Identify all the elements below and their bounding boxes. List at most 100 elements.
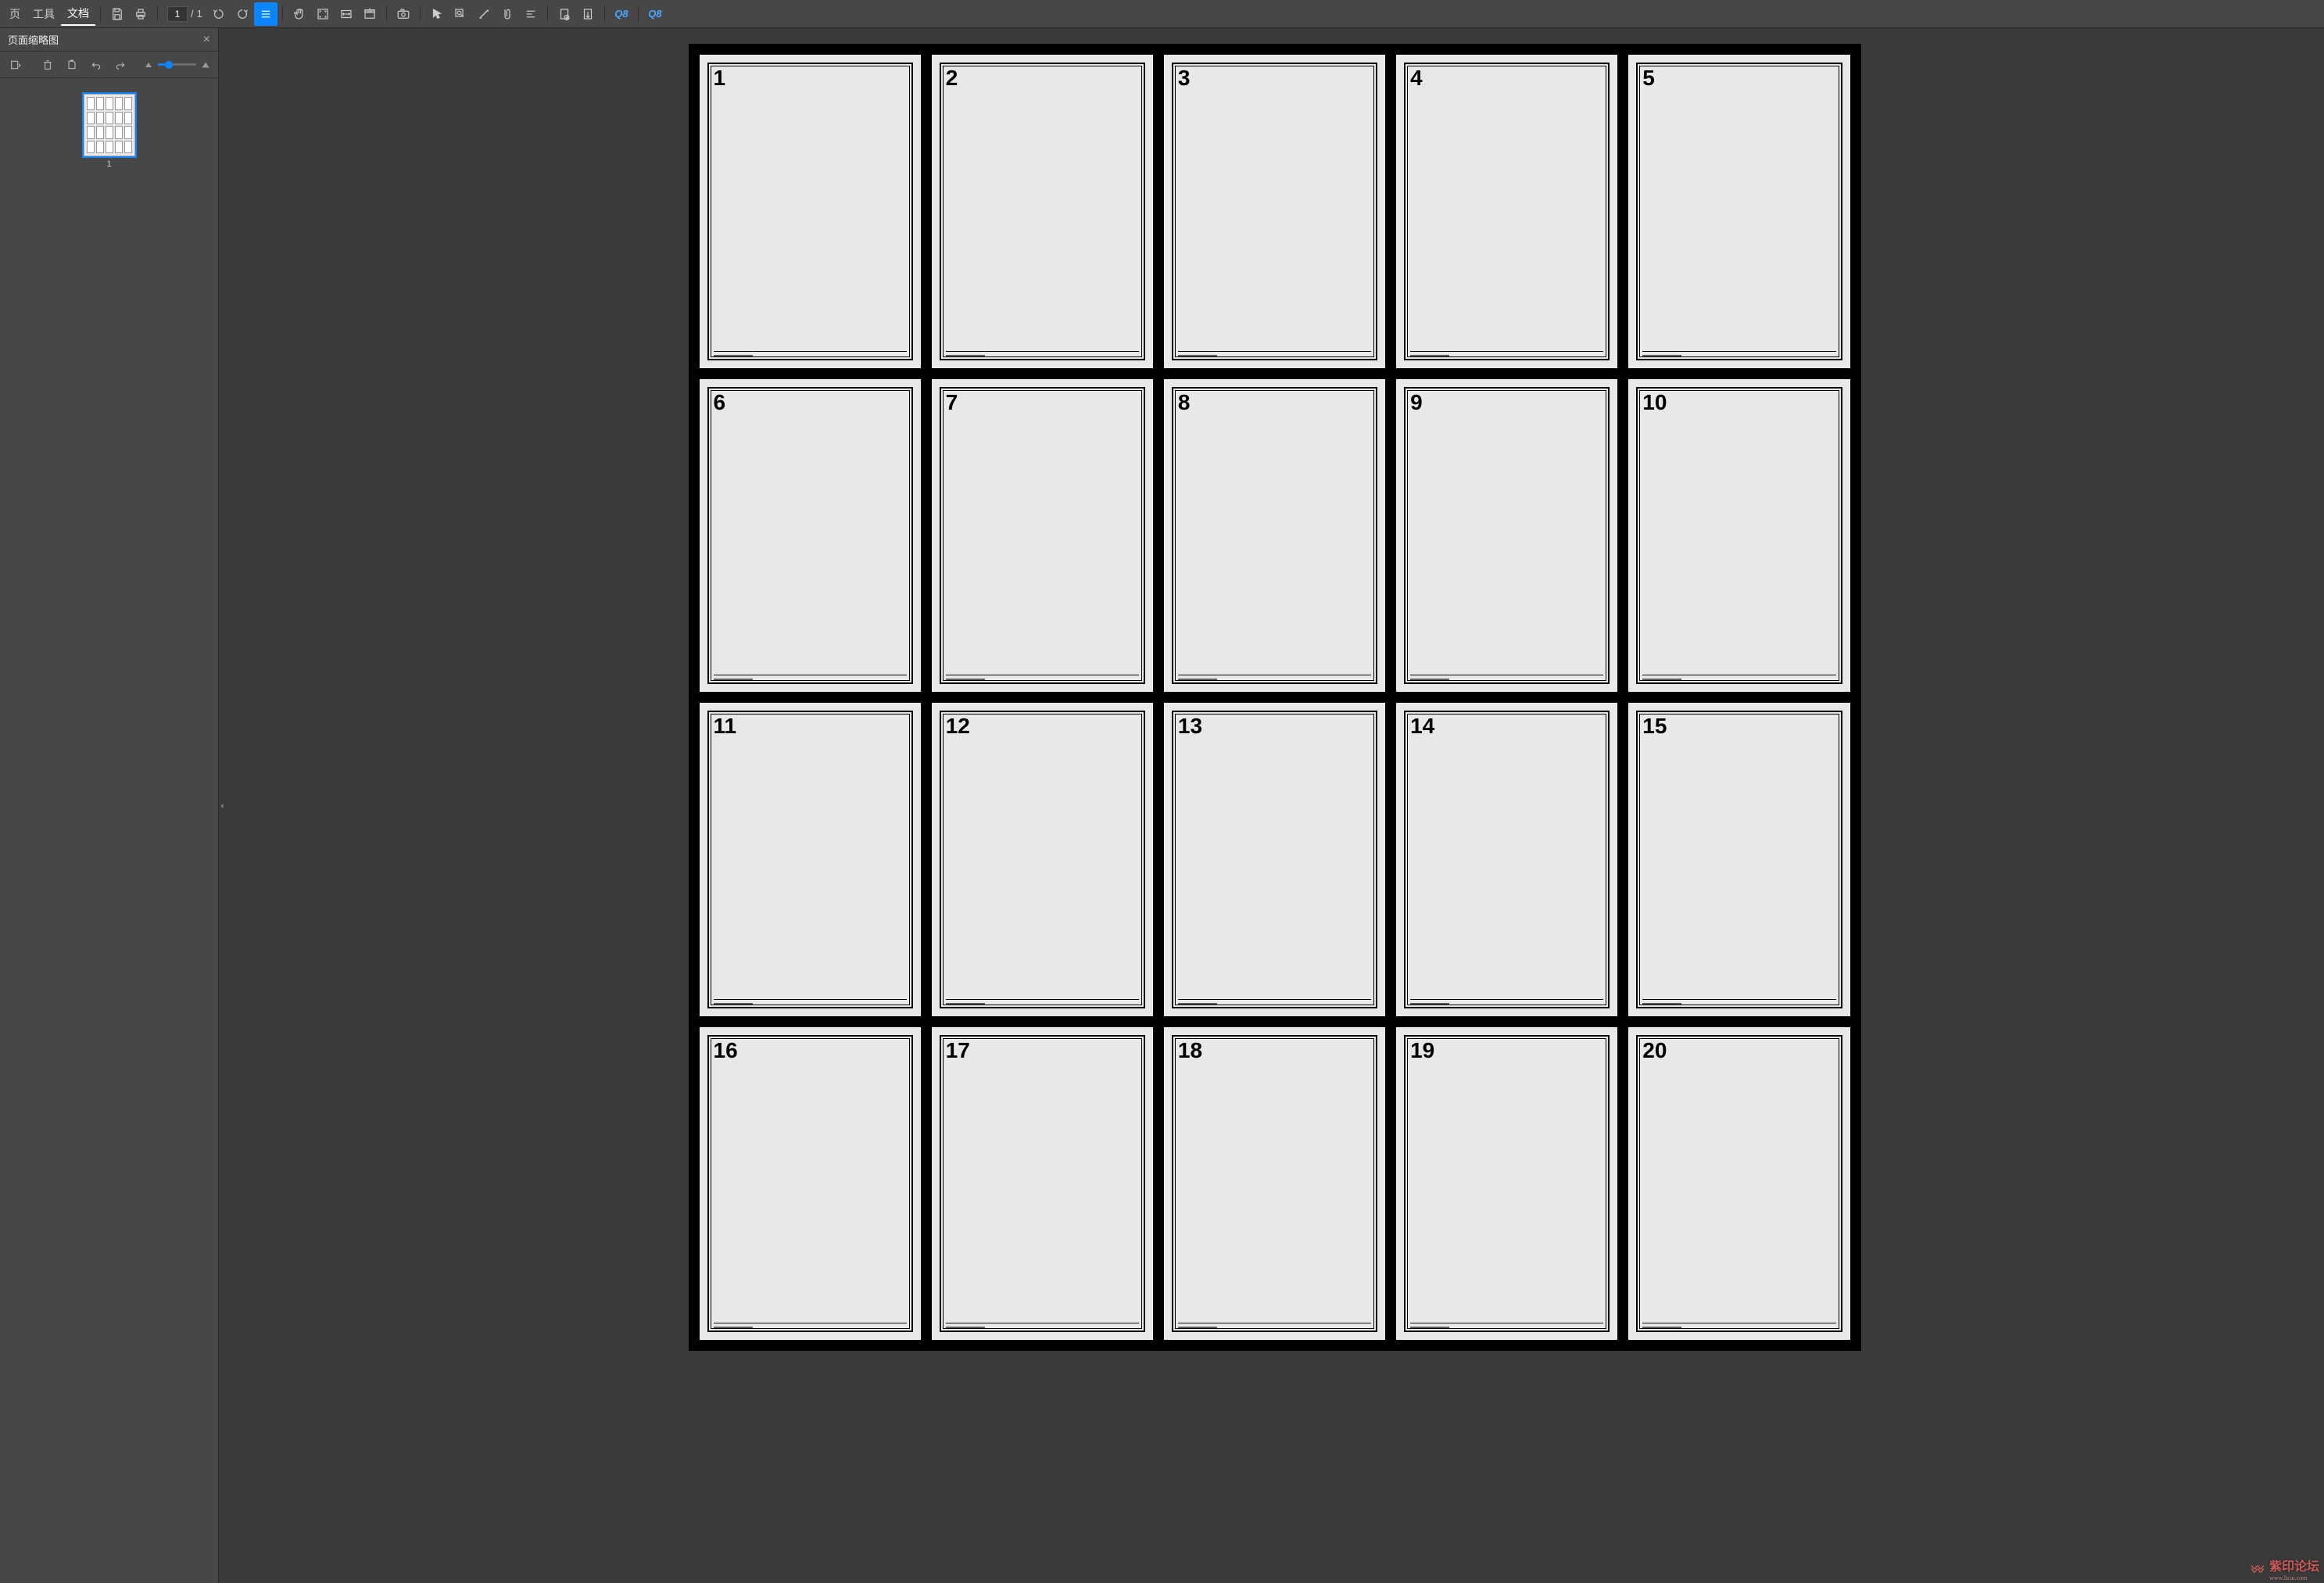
- card-footer: [714, 999, 907, 1007]
- card-number: 14: [1410, 714, 1434, 739]
- imposition-card: 12: [932, 703, 1153, 1016]
- card-footer: [1642, 1323, 1835, 1331]
- card-footer: [1178, 675, 1371, 682]
- page-thumbnail[interactable]: [84, 94, 135, 156]
- splitter-handle[interactable]: [219, 28, 225, 1583]
- panel-options-icon[interactable]: [8, 56, 24, 73]
- divider: [547, 6, 548, 22]
- card-footer: [1642, 999, 1835, 1007]
- document-viewport[interactable]: 1234567891011121314151617181920: [225, 28, 2324, 1583]
- imposition-card: 17: [932, 1027, 1153, 1341]
- card-number: 17: [946, 1038, 970, 1063]
- card-footer: [1178, 999, 1371, 1007]
- imposition-card: 19: [1396, 1027, 1617, 1341]
- menu-document[interactable]: 文档: [61, 2, 95, 26]
- menu-tool[interactable]: 工具: [27, 3, 61, 25]
- reading-mode-icon[interactable]: [358, 2, 381, 26]
- imposition-card: 8: [1164, 379, 1385, 693]
- panel-title: 页面缩略图: [8, 32, 59, 47]
- save-icon[interactable]: [106, 2, 129, 26]
- select-pointer-icon[interactable]: [425, 2, 449, 26]
- card-footer: [946, 1323, 1139, 1331]
- card-footer: [946, 351, 1139, 359]
- divider: [420, 6, 421, 22]
- imposition-card: 3: [1164, 55, 1385, 368]
- imposition-card: 1: [700, 55, 921, 368]
- q-tool-2[interactable]: Q8: [643, 2, 667, 26]
- panel-toolbar: [0, 52, 218, 78]
- page-input[interactable]: [167, 6, 188, 22]
- camera-icon[interactable]: [392, 2, 415, 26]
- hand-pan-icon[interactable]: [288, 2, 311, 26]
- card-number: 15: [1642, 714, 1667, 739]
- rotate-right-icon[interactable]: [231, 2, 254, 26]
- card-footer: [1642, 351, 1835, 359]
- divider: [282, 6, 283, 22]
- page-total: 1: [197, 8, 202, 20]
- rotate-left-icon[interactable]: [207, 2, 231, 26]
- q-tool-1[interactable]: Q8: [610, 2, 633, 26]
- page-add-icon[interactable]: [553, 2, 576, 26]
- card-number: 16: [714, 1038, 738, 1063]
- card-footer: [1410, 351, 1603, 359]
- imposition-card: 14: [1396, 703, 1617, 1016]
- fit-width-icon[interactable]: [335, 2, 358, 26]
- card-number: 19: [1410, 1038, 1434, 1063]
- imposition-card: 20: [1628, 1027, 1850, 1341]
- align-icon[interactable]: [519, 2, 543, 26]
- card-footer: [714, 675, 907, 682]
- clip-icon[interactable]: [496, 2, 519, 26]
- main-area: 页面缩略图 ×: [0, 28, 2324, 1583]
- slider-track[interactable]: [158, 63, 196, 66]
- card-footer: [714, 351, 907, 359]
- card-footer: [1642, 675, 1835, 682]
- imposition-card: 5: [1628, 55, 1850, 368]
- thumbnails-area: 1: [0, 78, 218, 1583]
- sidebar: 页面缩略图 ×: [0, 28, 219, 1583]
- card-footer: [1410, 999, 1603, 1007]
- card-number: 18: [1178, 1038, 1202, 1063]
- card-number: 1: [714, 66, 726, 91]
- document-page: 1234567891011121314151617181920: [689, 44, 1861, 1351]
- close-icon[interactable]: ×: [203, 33, 210, 47]
- card-number: 5: [1642, 66, 1655, 91]
- imposition-card: 15: [1628, 703, 1850, 1016]
- extract-page-icon[interactable]: [64, 56, 81, 73]
- thumbnail-label: 1: [106, 159, 111, 169]
- divider: [157, 6, 158, 22]
- card-number: 7: [946, 390, 958, 415]
- print-icon[interactable]: [129, 2, 152, 26]
- zoom-small-icon: [144, 60, 153, 70]
- redo-icon[interactable]: [112, 56, 128, 73]
- imposition-card: 6: [700, 379, 921, 693]
- divider: [100, 6, 101, 22]
- imposition-card: 11: [700, 703, 921, 1016]
- zoom-large-icon: [201, 60, 210, 70]
- card-number: 20: [1642, 1038, 1667, 1063]
- imposition-card: 10: [1628, 379, 1850, 693]
- delete-page-icon[interactable]: [40, 56, 56, 73]
- page-export-icon[interactable]: [576, 2, 600, 26]
- card-footer: [1178, 351, 1371, 359]
- card-number: 13: [1178, 714, 1202, 739]
- imposition-card: 16: [700, 1027, 921, 1341]
- imposition-card: 13: [1164, 703, 1385, 1016]
- measure-icon[interactable]: [472, 2, 496, 26]
- panel-tab-thumbnails[interactable]: 页面缩略图 ×: [0, 28, 218, 52]
- thumb-zoom-slider[interactable]: [144, 60, 210, 70]
- divider: [386, 6, 387, 22]
- card-number: 12: [946, 714, 970, 739]
- card-number: 8: [1178, 390, 1191, 415]
- divider: [638, 6, 639, 22]
- divider: [604, 6, 605, 22]
- undo-icon[interactable]: [88, 56, 104, 73]
- card-number: 4: [1410, 66, 1423, 91]
- imposition-card: 7: [932, 379, 1153, 693]
- card-number: 3: [1178, 66, 1191, 91]
- lines-icon[interactable]: [254, 2, 278, 26]
- zoom-tool-icon[interactable]: [449, 2, 472, 26]
- slider-thumb[interactable]: [165, 61, 173, 69]
- fit-page-icon[interactable]: [311, 2, 335, 26]
- menu-page[interactable]: 页: [3, 3, 27, 25]
- card-footer: [1178, 1323, 1371, 1331]
